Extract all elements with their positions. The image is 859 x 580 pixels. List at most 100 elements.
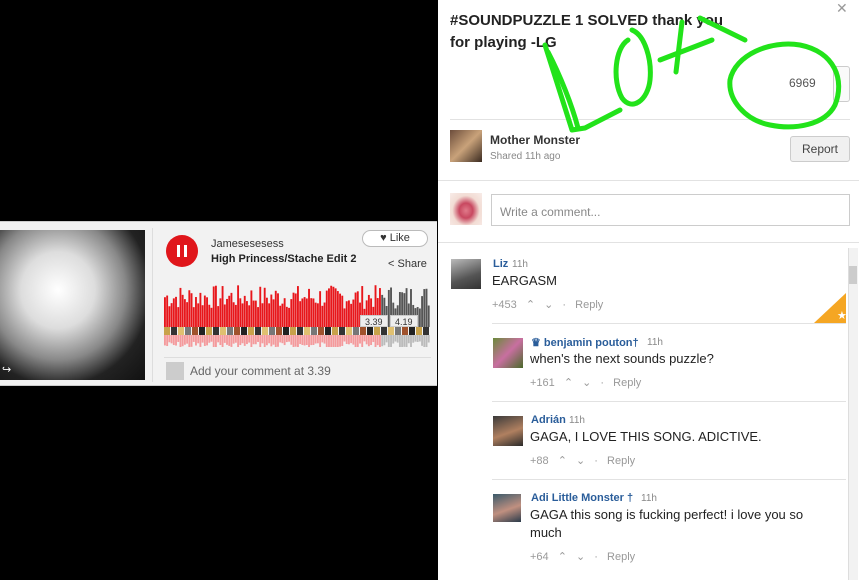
- comment-thumbnail[interactable]: [290, 327, 296, 335]
- report-button[interactable]: Report: [790, 136, 850, 162]
- avatar[interactable]: [451, 259, 481, 289]
- comment-thumbnail[interactable]: [164, 327, 170, 335]
- upvote-icon[interactable]: ⌃: [526, 299, 535, 311]
- comment-thumbnail[interactable]: [374, 327, 380, 335]
- write-comment-input[interactable]: Write a comment...: [491, 194, 850, 226]
- comment-thumbnail[interactable]: [241, 327, 247, 335]
- share-icon: <: [388, 258, 395, 270]
- downvote-icon[interactable]: ⌄: [576, 551, 585, 563]
- share-arrow-icon[interactable]: ↪: [2, 363, 11, 376]
- waveform-bar: [316, 303, 319, 327]
- waveform-reflection-bar: [288, 335, 291, 342]
- waveform-bar: [418, 308, 421, 327]
- comment-author[interactable]: ♛ benjamin pouton†: [531, 336, 639, 349]
- pause-button[interactable]: [166, 235, 198, 267]
- reply-link[interactable]: Reply: [607, 551, 635, 563]
- scrollbar[interactable]: [848, 248, 858, 580]
- reply-link[interactable]: Reply: [575, 299, 603, 311]
- comment-thumbnail[interactable]: [276, 327, 282, 335]
- waveform-bar: [343, 308, 346, 327]
- comment-thumbnail[interactable]: [360, 327, 366, 335]
- comment-thumbnail[interactable]: [178, 327, 184, 335]
- waveform-reflection-bar: [367, 335, 370, 347]
- comment-thumbnail[interactable]: [367, 327, 373, 335]
- downvote-icon[interactable]: ⌄: [544, 299, 553, 311]
- waveform-reflection-bar: [241, 335, 244, 344]
- upvote-icon[interactable]: ⌃: [558, 551, 567, 563]
- uploader-name[interactable]: Jamesesesess: [211, 238, 284, 250]
- comment-thumbnail[interactable]: [409, 327, 415, 335]
- comment-thumbnail[interactable]: [304, 327, 310, 335]
- comment-time: 11h: [569, 415, 585, 426]
- upvote-icon[interactable]: ⌃: [564, 377, 573, 389]
- comment-thumbnail[interactable]: [318, 327, 324, 335]
- waveform-reflection-bar: [164, 335, 166, 346]
- comment-thumbnail[interactable]: [255, 327, 261, 335]
- waveform-reflection-bar: [392, 335, 395, 344]
- bullet: ·: [562, 299, 567, 311]
- comment-thumbnail[interactable]: [346, 327, 352, 335]
- avatar[interactable]: [493, 338, 523, 368]
- waveform-bar: [285, 306, 288, 327]
- comment-author[interactable]: Adi Little Monster †: [531, 492, 633, 504]
- comment-thumbnail[interactable]: [388, 327, 394, 335]
- reply-link[interactable]: Reply: [607, 455, 635, 467]
- waveform-bar: [323, 302, 326, 327]
- waveform-reflection-bar: [423, 335, 426, 347]
- comment-thumbnail[interactable]: [416, 327, 422, 335]
- comment-thumbnail[interactable]: [185, 327, 191, 335]
- timed-comment-input[interactable]: Add your comment at 3.39: [190, 364, 331, 378]
- comment-thumbnail[interactable]: [213, 327, 219, 335]
- comment-author[interactable]: Liz: [493, 258, 508, 270]
- vote-arrows[interactable]: [833, 66, 850, 102]
- avatar[interactable]: [493, 416, 523, 446]
- current-time-badge: 3.39: [360, 315, 388, 327]
- comment-thumbnail[interactable]: [227, 327, 233, 335]
- waveform-reflection-bar: [250, 335, 253, 347]
- album-artwork[interactable]: ↪: [0, 230, 145, 380]
- comment-thumbnail[interactable]: [423, 327, 429, 335]
- comment-thumbnail[interactable]: [311, 327, 317, 335]
- share-button[interactable]: < Share: [388, 258, 427, 270]
- waveform-reflection-bar: [390, 335, 392, 347]
- comment-thumbnail[interactable]: [269, 327, 275, 335]
- comment-thumbnail[interactable]: [171, 327, 177, 335]
- downvote-icon[interactable]: ⌄: [582, 377, 591, 389]
- comment-thumbnail[interactable]: [332, 327, 338, 335]
- comment-thumbnail[interactable]: [283, 327, 289, 335]
- waveform-reflection-bar: [325, 335, 328, 347]
- comment-thumbnail[interactable]: [220, 327, 226, 335]
- waveform-bar: [334, 288, 337, 327]
- timed-comment-bar[interactable]: Add your comment at 3.39: [164, 357, 431, 383]
- waveform-reflection-bar: [272, 335, 275, 345]
- poster-name[interactable]: Mother Monster: [490, 133, 580, 147]
- comment-thumbnail[interactable]: [339, 327, 345, 335]
- poster-avatar[interactable]: [450, 130, 482, 162]
- scrollbar-thumb[interactable]: [849, 266, 857, 284]
- comment-thumbnail[interactable]: [206, 327, 212, 335]
- waveform-reflection-bar: [418, 335, 421, 342]
- comment-thumbnail[interactable]: [402, 327, 408, 335]
- close-icon[interactable]: ✕: [836, 0, 848, 17]
- comment-thumbnail[interactable]: [199, 327, 205, 335]
- comment-thumbnail[interactable]: [297, 327, 303, 335]
- upvote-icon[interactable]: ⌃: [558, 455, 567, 467]
- comment-thumbnail[interactable]: [248, 327, 254, 335]
- waveform-bar: [230, 292, 233, 327]
- comment-thumbnail[interactable]: [381, 327, 387, 335]
- like-button[interactable]: ♥ Like: [362, 230, 428, 247]
- waveform-reflection-bar: [328, 335, 330, 347]
- comment-thumbnail[interactable]: [192, 327, 198, 335]
- downvote-icon[interactable]: ⌄: [576, 455, 585, 467]
- track-title[interactable]: High Princess/Stache Edit 2: [211, 253, 357, 265]
- reply-link[interactable]: Reply: [613, 377, 641, 389]
- comment-author[interactable]: Adrián: [531, 414, 566, 426]
- comment-thumbnail[interactable]: [325, 327, 331, 335]
- waveform-bar: [219, 298, 222, 327]
- waveform-reflection-bar: [336, 335, 339, 347]
- comment-thumbnail[interactable]: [262, 327, 268, 335]
- comment-thumbnail[interactable]: [234, 327, 240, 335]
- avatar[interactable]: [493, 494, 521, 522]
- comment-thumbnail[interactable]: [395, 327, 401, 335]
- comment-thumbnail[interactable]: [353, 327, 359, 335]
